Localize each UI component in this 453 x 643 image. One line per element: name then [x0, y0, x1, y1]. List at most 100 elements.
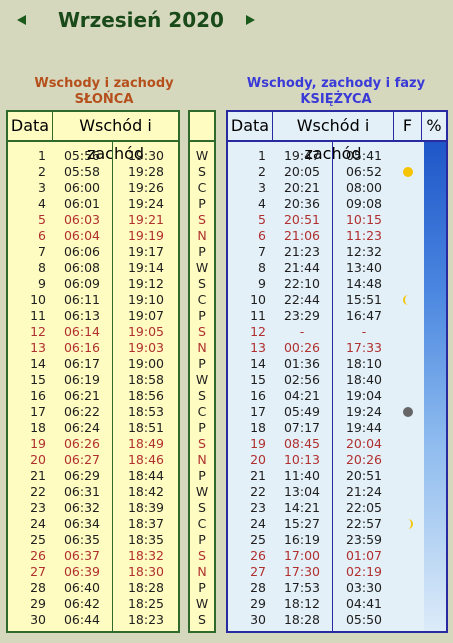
moonrise-time: 21:06 [283, 228, 321, 243]
moon-day-number: 29 [250, 596, 266, 611]
moonset-time: 20:26 [345, 452, 383, 467]
weekday-row: S [190, 276, 214, 292]
sun-row: 21 06:29 18:44 [8, 468, 178, 484]
moonrise-time: 21:23 [283, 244, 321, 259]
weekday-row: P [190, 580, 214, 596]
moon-row: 20 10:13 20:26 [228, 452, 446, 468]
next-month-arrow-icon[interactable] [246, 15, 255, 25]
sunset-time: 18:25 [127, 596, 165, 611]
weekday-letter: N [197, 228, 207, 243]
weekday-letter: W [195, 148, 209, 163]
sun-row: 23 06:32 18:39 [8, 500, 178, 516]
moon-day-number: 13 [250, 340, 266, 355]
weekday-row: N [190, 564, 214, 580]
moon-row: 12 - - [228, 324, 446, 340]
sun-day-number: 2 [38, 164, 46, 179]
weekday-letter: P [198, 468, 206, 483]
sunset-time: 19:24 [127, 196, 165, 211]
moonset-time: 22:05 [345, 500, 383, 515]
moon-day-number: 18 [250, 420, 266, 435]
sun-day-number: 7 [38, 244, 46, 259]
weekday-row: S [190, 500, 214, 516]
moonset-time: 18:10 [345, 356, 383, 371]
sun-day-number: 20 [30, 452, 46, 467]
moonrise-time: 22:10 [283, 276, 321, 291]
sun-day-number: 18 [30, 420, 46, 435]
sun-day-number: 5 [38, 212, 46, 227]
moon-row: 28 17:53 03:30 [228, 580, 446, 596]
weekday-row: P [190, 196, 214, 212]
sunset-time: 19:12 [127, 276, 165, 291]
moon-day-number: 5 [258, 212, 266, 227]
moonset-time: 03:30 [345, 580, 383, 595]
moonrise-time: 18:12 [283, 596, 321, 611]
sun-row: 14 06:17 19:00 [8, 356, 178, 372]
moonrise-time: - [299, 324, 305, 339]
weekday-letter: P [198, 420, 206, 435]
sunset-time: 18:32 [127, 548, 165, 563]
moon-day-number: 27 [250, 564, 266, 579]
weekday-row: C [190, 404, 214, 420]
sunset-time: 19:28 [127, 164, 165, 179]
moonrise-time: 16:19 [283, 532, 321, 547]
weekday-letter: P [198, 196, 206, 211]
sun-day-number: 10 [30, 292, 46, 307]
moonrise-time: 02:56 [283, 372, 321, 387]
moonset-time: 20:51 [345, 468, 383, 483]
moon-date-header: Data [230, 116, 270, 135]
moonrise-time: 20:21 [283, 180, 321, 195]
weekday-row: P [190, 468, 214, 484]
moonrise-time: 20:51 [283, 212, 321, 227]
page-title: Wrzesień 2020 [58, 8, 224, 32]
sun-day-number: 14 [30, 356, 46, 371]
weekday-header-separator [190, 140, 214, 142]
moon-header-divider-2 [393, 112, 394, 140]
moon-table: Data Wschód i zachód F % 1 19:47 05:41 2 20:… [226, 110, 448, 633]
moon-day-number: 19 [250, 436, 266, 451]
moon-row: 5 20:51 10:15 [228, 212, 446, 228]
moonrise-time: 10:13 [283, 452, 321, 467]
moon-row: 30 18:28 05:50 [228, 612, 446, 628]
sun-header-separator [8, 140, 178, 142]
moon-row: 2 20:05 06:52 [228, 164, 446, 180]
prev-month-arrow-icon[interactable] [17, 15, 26, 25]
weekday-row: S [190, 388, 214, 404]
sun-day-number: 29 [30, 596, 46, 611]
moonrise-time: 01:36 [283, 356, 321, 371]
last-quarter-icon [403, 295, 408, 305]
moon-day-number: 12 [250, 324, 266, 339]
sunset-time: 18:42 [127, 484, 165, 499]
sunset-time: 18:35 [127, 532, 165, 547]
weekday-column: WSCPSNPWSCPSNPWSCPSNPWSCPSNPWS [188, 110, 216, 633]
sunset-time: 18:37 [127, 516, 165, 531]
sun-row: 18 06:24 18:51 [8, 420, 178, 436]
moon-day-number: 28 [250, 580, 266, 595]
moon-day-number: 14 [250, 356, 266, 371]
moon-row: 14 01:36 18:10 [228, 356, 446, 372]
weekday-letter: S [198, 612, 206, 627]
moon-day-number: 1 [258, 148, 266, 163]
sunset-time: 18:30 [127, 564, 165, 579]
moon-row: 18 07:17 19:44 [228, 420, 446, 436]
sun-day-number: 19 [30, 436, 46, 451]
sun-row: 28 06:40 18:28 [8, 580, 178, 596]
sun-row: 1 05:56 19:30 [8, 148, 178, 164]
moonrise-time: 20:05 [283, 164, 321, 179]
sun-row: 24 06:34 18:37 [8, 516, 178, 532]
sunrise-time: 06:24 [63, 420, 101, 435]
moon-day-number: 2 [258, 164, 266, 179]
moonset-time: 11:23 [345, 228, 383, 243]
weekday-row: N [190, 452, 214, 468]
moon-day-number: 11 [250, 308, 266, 323]
weekday-letter: N [197, 452, 207, 467]
moon-row: 27 17:30 02:19 [228, 564, 446, 580]
sun-day-number: 6 [38, 228, 46, 243]
sunrise-time: 06:34 [63, 516, 101, 531]
moon-row: 7 21:23 12:32 [228, 244, 446, 260]
sunset-time: 19:00 [127, 356, 165, 371]
sunset-time: 19:17 [127, 244, 165, 259]
moon-row: 22 13:04 21:24 [228, 484, 446, 500]
sun-row: 4 06:01 19:24 [8, 196, 178, 212]
sun-day-number: 8 [38, 260, 46, 275]
moon-day-number: 10 [250, 292, 266, 307]
